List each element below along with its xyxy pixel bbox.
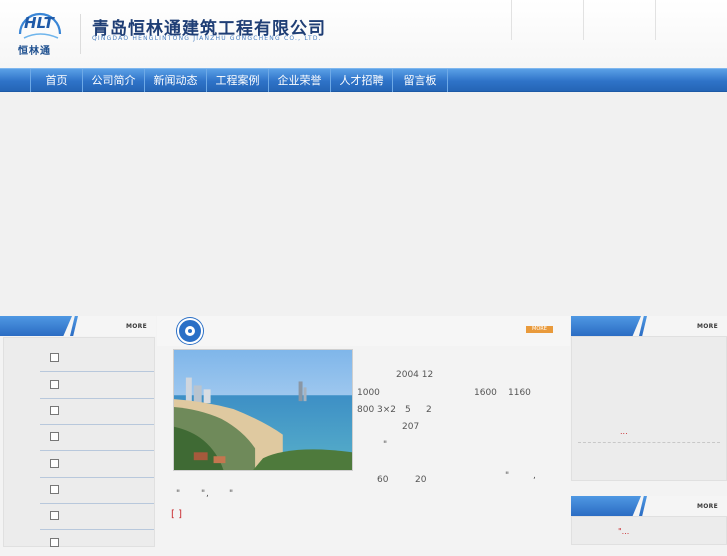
checkbox-icon <box>50 406 59 415</box>
right-list-link[interactable]: ... <box>620 427 628 436</box>
company-name-en: QINGDAO HENGLINTONG JIANZHU GONGCHENG CO… <box>92 35 322 42</box>
divider <box>578 442 720 443</box>
checkbox-icon <box>50 380 59 389</box>
intro-text: 207 <box>402 422 420 432</box>
intro-text: 1000 <box>357 388 380 398</box>
right-panel-header-2: MORE <box>571 496 727 516</box>
intro-text: " <box>201 489 206 499</box>
checkbox-icon <box>50 353 59 362</box>
right-list-panel-2: "... <box>571 516 727 545</box>
intro-text: 20 <box>415 475 427 485</box>
center-more-link[interactable]: MORE <box>526 326 553 333</box>
list-item[interactable] <box>40 477 154 504</box>
header-divider <box>511 0 512 40</box>
nav-item-news[interactable]: 新闻动态 <box>144 69 206 92</box>
intro-text: 5 <box>405 405 411 415</box>
intro-text: " <box>383 440 388 450</box>
intro-text: " <box>505 471 510 481</box>
left-more-link[interactable]: MORE <box>126 323 147 330</box>
logo-name: 恒林通 <box>18 46 51 57</box>
logo-letters: HLT <box>24 14 54 32</box>
center-panel-header <box>157 316 570 346</box>
site-header: HLT 恒林通 青岛恒林通建筑工程有限公司 QINGDAO HENGLINTON… <box>0 0 727 68</box>
intro-text: " <box>176 489 181 499</box>
nav-item-guestbook[interactable]: 留言板 <box>392 69 448 92</box>
intro-text: , <box>533 471 536 481</box>
nav-item-honors[interactable]: 企业荣誉 <box>268 69 330 92</box>
right-more-link-2[interactable]: MORE <box>697 503 718 510</box>
intro-text: 1600 <box>474 388 497 398</box>
list-item[interactable] <box>40 345 154 372</box>
left-list-panel <box>3 337 155 547</box>
checkbox-icon <box>50 432 59 441</box>
list-item[interactable] <box>40 372 154 399</box>
intro-text: 1160 <box>508 388 531 398</box>
right-more-link-1[interactable]: MORE <box>697 323 718 330</box>
header-divider <box>583 0 584 40</box>
intro-text: 800 3×2 <box>357 405 397 415</box>
header-divider <box>655 0 656 40</box>
intro-text: 2 <box>426 405 432 415</box>
intro-text: , <box>206 489 209 499</box>
target-icon <box>177 318 203 344</box>
header-divider <box>80 14 81 54</box>
checkbox-icon <box>50 485 59 494</box>
left-panel-header: MORE <box>0 316 156 336</box>
list-item[interactable] <box>40 503 154 530</box>
checkbox-icon <box>50 538 59 547</box>
intro-text: 60 <box>377 475 389 485</box>
list-item[interactable] <box>40 530 154 556</box>
nav-item-projects[interactable]: 工程案例 <box>206 69 268 92</box>
list-item[interactable] <box>40 424 154 451</box>
checkbox-icon <box>50 511 59 520</box>
checkbox-icon <box>50 459 59 468</box>
nav-item-home[interactable]: 首页 <box>30 69 82 92</box>
beach-city-photo <box>173 349 353 471</box>
right-list-panel-1: ... <box>571 336 727 481</box>
banner-area <box>0 92 727 316</box>
nav-item-about[interactable]: 公司简介 <box>82 69 144 92</box>
intro-text: 2004 12 <box>396 370 434 380</box>
nav-item-jobs[interactable]: 人才招聘 <box>330 69 392 92</box>
intro-text: " <box>229 489 234 499</box>
list-item[interactable] <box>40 398 154 425</box>
right-panel-header-1: MORE <box>571 316 727 336</box>
right-list-link[interactable]: "... <box>618 527 629 536</box>
list-item[interactable] <box>40 451 154 478</box>
read-more-link[interactable]: [ ] <box>171 509 182 520</box>
main-navigation: 首页 公司简介 新闻动态 工程案例 企业荣誉 人才招聘 留言板 <box>0 68 727 92</box>
